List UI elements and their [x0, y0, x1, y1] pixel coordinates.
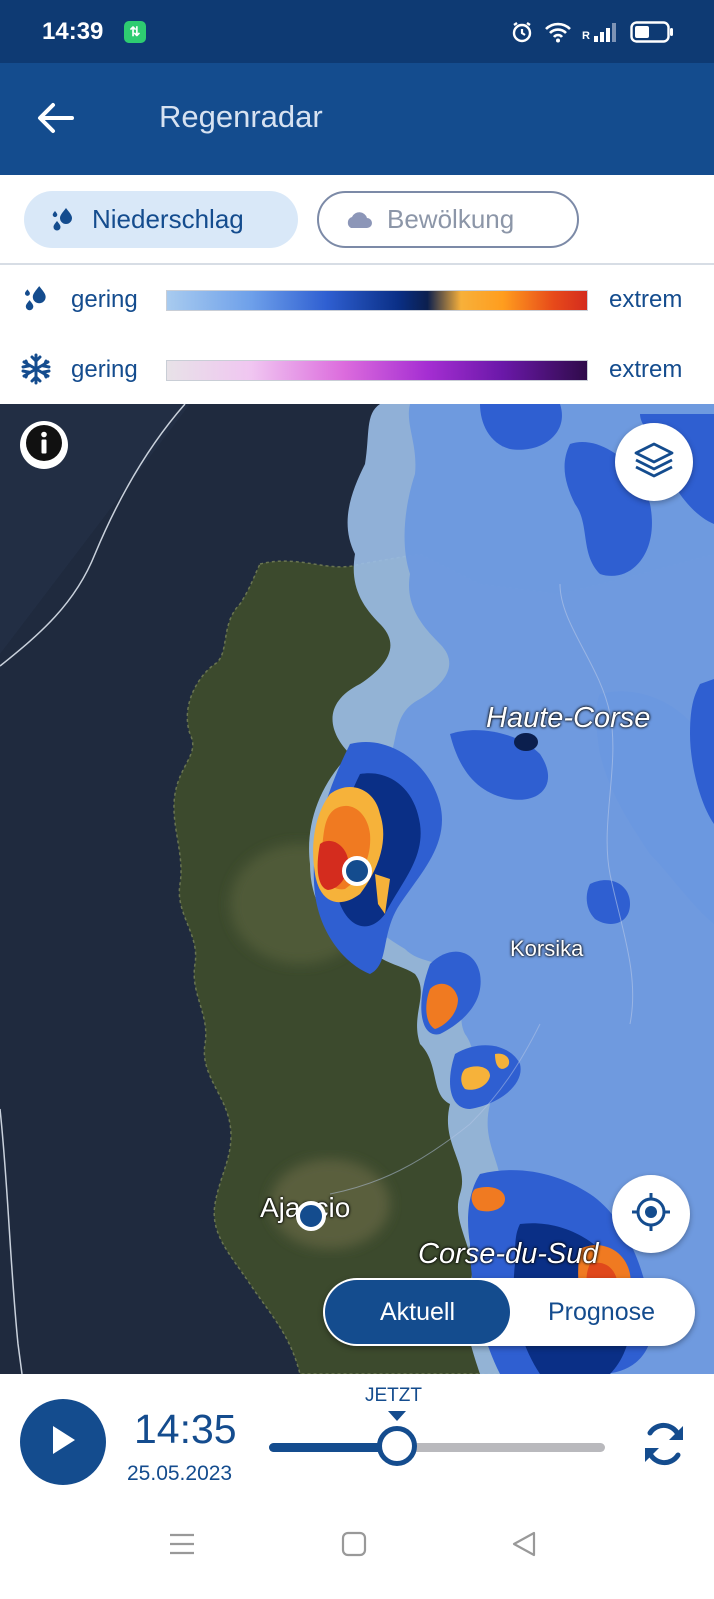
menu-button[interactable] [160, 1524, 204, 1568]
status-bar: 14:39 ⇅ R [0, 0, 714, 63]
home-square-icon [340, 1530, 368, 1563]
radar-map[interactable]: Haute-Corse Korsika Ajaccio Corse-du-Sud… [0, 404, 714, 1374]
raindrops-icon [18, 281, 54, 317]
legend-low-label: gering [71, 286, 138, 313]
time-player: 14:35 25.05.2023 JETZT [0, 1374, 714, 1494]
page-title: Regenradar [159, 99, 323, 134]
map-canvas [0, 404, 714, 1374]
play-icon [48, 1423, 78, 1462]
system-nav-bar [0, 1494, 714, 1599]
status-time: 14:39 [42, 18, 104, 45]
battery-icon [630, 20, 674, 44]
cloud-icon [343, 205, 373, 235]
layers-icon [633, 440, 675, 485]
status-icons: R [510, 20, 674, 44]
play-button[interactable] [20, 1399, 106, 1485]
legend-rain: gering extrem [0, 267, 714, 333]
menu-icon [168, 1532, 196, 1561]
toggle-prognose[interactable]: Prognose [510, 1280, 693, 1344]
tab-label: Niederschlag [92, 204, 244, 234]
alarm-icon [510, 20, 534, 44]
tab-label: Bewölkung [387, 204, 515, 234]
home-button[interactable] [332, 1524, 376, 1568]
map-label-korsika: Korsika [510, 936, 584, 961]
tab-niederschlag[interactable]: Niederschlag [24, 191, 298, 248]
app-notification-icon: ⇅ [124, 21, 146, 43]
signal-icon: R [582, 22, 620, 42]
refresh-icon [638, 1418, 690, 1475]
map-label-haute-corse: Haute-Corse [486, 702, 651, 734]
location-marker[interactable] [296, 1201, 326, 1231]
layer-tabs: Niederschlag Bewölkung [0, 175, 714, 265]
back-triangle-icon [510, 1530, 538, 1563]
location-marker[interactable] [342, 856, 372, 886]
rain-intensity-scale [166, 290, 588, 311]
network-label: R [582, 30, 590, 42]
raindrops-icon [48, 205, 78, 235]
locate-button[interactable] [612, 1175, 690, 1253]
toggle-aktuell[interactable]: Aktuell [325, 1280, 510, 1344]
system-back-button[interactable] [502, 1524, 546, 1568]
snowflake-icon [18, 351, 54, 387]
info-button[interactable] [20, 421, 68, 469]
app-header: Regenradar [0, 63, 714, 175]
snow-intensity-scale [166, 360, 588, 381]
legend-high-label: extrem [609, 286, 683, 313]
refresh-button[interactable] [636, 1418, 692, 1474]
mode-toggle: Aktuell Prognose [323, 1278, 695, 1346]
player-date: 25.05.2023 [127, 1462, 233, 1485]
now-label: JETZT [365, 1385, 422, 1406]
now-marker-icon [388, 1411, 406, 1421]
timeline-track[interactable] [269, 1443, 605, 1452]
layers-button[interactable] [615, 423, 693, 501]
legend-high-label: extrem [609, 356, 683, 383]
legend-low-label: gering [71, 356, 138, 383]
player-time: 14:35 [134, 1406, 237, 1452]
info-icon [24, 423, 64, 468]
tab-bewoelkung[interactable]: Bewölkung [317, 191, 579, 248]
timeline-thumb[interactable] [377, 1426, 417, 1466]
crosshair-icon [629, 1190, 673, 1239]
wifi-icon [544, 21, 572, 43]
arrow-left-icon [36, 101, 74, 140]
back-button[interactable] [30, 95, 80, 145]
legend-snow: gering extrem [0, 337, 714, 403]
map-label-corse-du-sud: Corse-du-Sud [418, 1238, 599, 1270]
